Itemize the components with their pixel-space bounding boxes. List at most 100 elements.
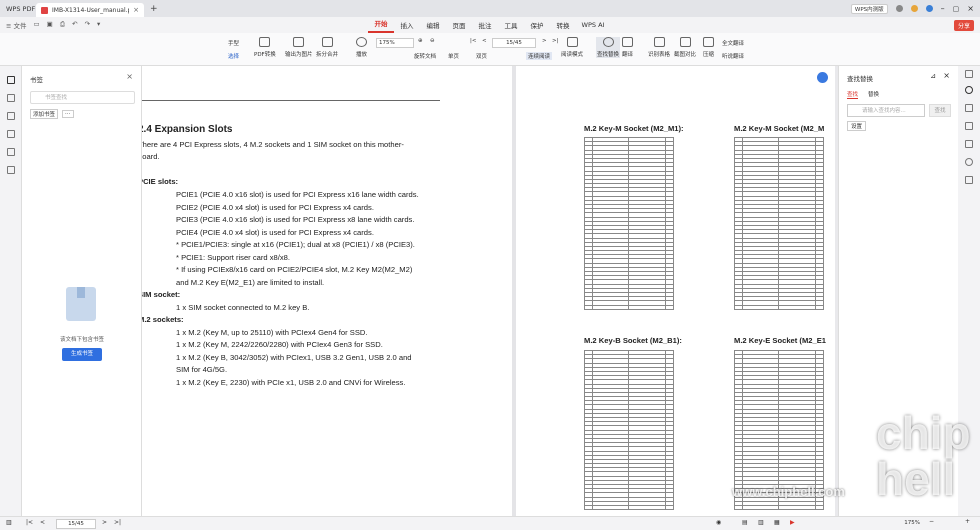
tab-edit[interactable]: 编辑 bbox=[420, 20, 446, 30]
read-mode-button[interactable]: 阅读模式 bbox=[561, 37, 583, 58]
status-page-input[interactable]: 15/45 bbox=[56, 519, 96, 529]
folder-icon[interactable]: ▭ bbox=[34, 20, 40, 30]
last-page-icon[interactable]: >| bbox=[552, 38, 558, 44]
tab-convert[interactable]: 转换 bbox=[550, 20, 576, 30]
listen-button[interactable]: 听说翻译 bbox=[722, 52, 744, 60]
find-replace-button[interactable]: 查找替换 bbox=[596, 37, 621, 58]
pin-icon[interactable]: ⊿ bbox=[930, 72, 936, 80]
layers-icon[interactable] bbox=[7, 166, 15, 174]
thumbnail-icon[interactable] bbox=[7, 94, 15, 102]
last-page-icon[interactable]: >| bbox=[114, 519, 121, 526]
pcie-note: * If using PCIEx8/x16 card on PCIE2/PCIE… bbox=[176, 265, 413, 274]
watermark-logo: chip hell bbox=[876, 407, 971, 505]
prev-page-icon[interactable]: < bbox=[482, 38, 487, 44]
double-view-icon[interactable]: ▥ bbox=[758, 519, 764, 526]
next-page-icon[interactable]: > bbox=[102, 519, 107, 526]
zoom-select[interactable]: 175% bbox=[376, 38, 414, 48]
share-button[interactable]: 分享 bbox=[953, 20, 974, 31]
status-zoom[interactable]: 175% bbox=[904, 520, 920, 526]
table-cell bbox=[734, 504, 743, 511]
create-bookmark-button[interactable]: 生成书签 bbox=[62, 348, 102, 361]
bookmark-search-input[interactable]: 书签查找 bbox=[30, 91, 135, 104]
zoom-out-icon[interactable]: ⊖ bbox=[430, 38, 435, 44]
settings-button[interactable]: 设置 bbox=[847, 121, 867, 131]
tab-home[interactable]: 开始 bbox=[368, 18, 394, 33]
print-icon[interactable]: ⎙ bbox=[60, 20, 65, 30]
tab-tools[interactable]: 工具 bbox=[498, 20, 524, 30]
attachment-icon[interactable] bbox=[7, 130, 15, 138]
first-page-icon[interactable]: |< bbox=[26, 519, 33, 526]
hand-tool[interactable]: 手型 bbox=[228, 39, 239, 47]
document-area[interactable]: 2.4 Expansion Slots There are 4 PCI Expr… bbox=[142, 66, 835, 516]
play-button[interactable]: 播放 bbox=[356, 37, 367, 58]
tab-page[interactable]: 页面 bbox=[446, 20, 472, 30]
pdf-convert-button[interactable]: PDF转换 bbox=[254, 37, 276, 58]
more-icon[interactable]: ▾ bbox=[97, 20, 100, 30]
tab-wps-ai[interactable]: WPS AI bbox=[576, 21, 610, 29]
close-icon[interactable]: × bbox=[126, 72, 133, 81]
find-input[interactable]: 请输入查找内容... bbox=[847, 104, 925, 117]
tab-insert[interactable]: 插入 bbox=[394, 20, 420, 30]
search-icon[interactable] bbox=[965, 86, 973, 94]
close-window-icon[interactable]: × bbox=[967, 4, 974, 13]
close-icon[interactable]: × bbox=[943, 71, 950, 80]
skin-icon[interactable] bbox=[910, 5, 918, 12]
tab-find[interactable]: 查找 bbox=[847, 90, 859, 99]
avatar[interactable] bbox=[925, 5, 933, 12]
first-page-icon[interactable]: |< bbox=[470, 38, 476, 44]
page-input[interactable]: 15/45 bbox=[492, 38, 536, 48]
bookmark-icon[interactable] bbox=[7, 76, 15, 84]
select-tool[interactable]: 选择 bbox=[228, 52, 239, 60]
split-merge-button[interactable]: 拆分合并 bbox=[316, 37, 338, 58]
expand-icon[interactable] bbox=[965, 70, 973, 78]
adjust-icon[interactable] bbox=[965, 122, 973, 130]
signature-icon[interactable] bbox=[7, 148, 15, 156]
translate-button[interactable]: 翻译 bbox=[622, 37, 633, 58]
save-icon[interactable]: ▣ bbox=[47, 20, 53, 30]
menu-tabs: 开始 插入 编辑 页面 批注 工具 保护 转换 WPS AI bbox=[368, 17, 610, 33]
eye-icon[interactable]: ◉ bbox=[716, 519, 721, 526]
find-button[interactable]: 查找 bbox=[929, 104, 951, 117]
full-translate-button[interactable]: 全文翻译 bbox=[722, 39, 744, 47]
close-tab-icon[interactable]: × bbox=[133, 6, 139, 14]
play-view-icon[interactable]: ▶ bbox=[790, 519, 795, 526]
zoom-in-icon[interactable]: ⊕ bbox=[418, 38, 423, 44]
prev-page-icon[interactable]: < bbox=[40, 519, 45, 526]
ocr-button[interactable]: 识别表格 bbox=[648, 37, 670, 58]
edit-icon[interactable] bbox=[965, 104, 973, 112]
undo-icon[interactable]: ↶ bbox=[72, 20, 77, 30]
to-image-button[interactable]: 输出为图片 bbox=[285, 37, 313, 58]
add-tab-button[interactable]: + bbox=[150, 4, 158, 14]
ocr-label: 识别表格 bbox=[648, 52, 671, 58]
rotate-button[interactable]: 旋转文档 bbox=[414, 52, 436, 60]
single-view-icon[interactable]: ▤ bbox=[742, 519, 748, 526]
add-bookmark-button[interactable]: 添加书签 bbox=[30, 109, 59, 119]
tab-comment[interactable]: 批注 bbox=[472, 20, 498, 30]
single-page-button[interactable]: 单页 bbox=[448, 52, 459, 60]
help-icon[interactable] bbox=[965, 158, 973, 166]
zoom-out-icon[interactable]: − bbox=[929, 518, 934, 525]
help-icon[interactable] bbox=[817, 72, 828, 83]
file-menu[interactable]: ≡ 文件 bbox=[6, 20, 27, 30]
maximize-icon[interactable]: ▢ bbox=[953, 5, 960, 13]
compress-button[interactable]: 压缩 bbox=[703, 37, 714, 58]
screenshot-button[interactable]: 截图对比 bbox=[674, 37, 696, 58]
tab-protect[interactable]: 保护 bbox=[524, 20, 550, 30]
redo-icon[interactable]: ↷ bbox=[84, 20, 89, 30]
beta-badge[interactable]: WPS内测版 bbox=[850, 3, 888, 14]
tab-replace[interactable]: 替换 bbox=[868, 90, 879, 99]
tab-title: IMB-X1314-User_manual.p bbox=[52, 6, 130, 14]
document-tab[interactable]: IMB-X1314-User_manual.p × bbox=[36, 3, 144, 17]
comment-icon[interactable] bbox=[7, 112, 15, 120]
bookmark-more-icon[interactable]: ⋯ bbox=[62, 110, 74, 118]
minimize-icon[interactable]: – bbox=[941, 4, 945, 13]
settings-icon[interactable] bbox=[965, 176, 973, 184]
share-icon[interactable] bbox=[965, 140, 973, 148]
sidebar-toggle-icon[interactable]: ▥ bbox=[6, 519, 12, 526]
continuous-button[interactable]: 连续阅读 bbox=[526, 52, 553, 60]
double-page-button[interactable]: 双页 bbox=[476, 52, 487, 60]
zoom-in-icon[interactable]: + bbox=[965, 518, 970, 525]
notification-icon[interactable] bbox=[895, 5, 903, 12]
next-page-icon[interactable]: > bbox=[542, 38, 547, 44]
read-view-icon[interactable]: ▦ bbox=[774, 519, 780, 526]
